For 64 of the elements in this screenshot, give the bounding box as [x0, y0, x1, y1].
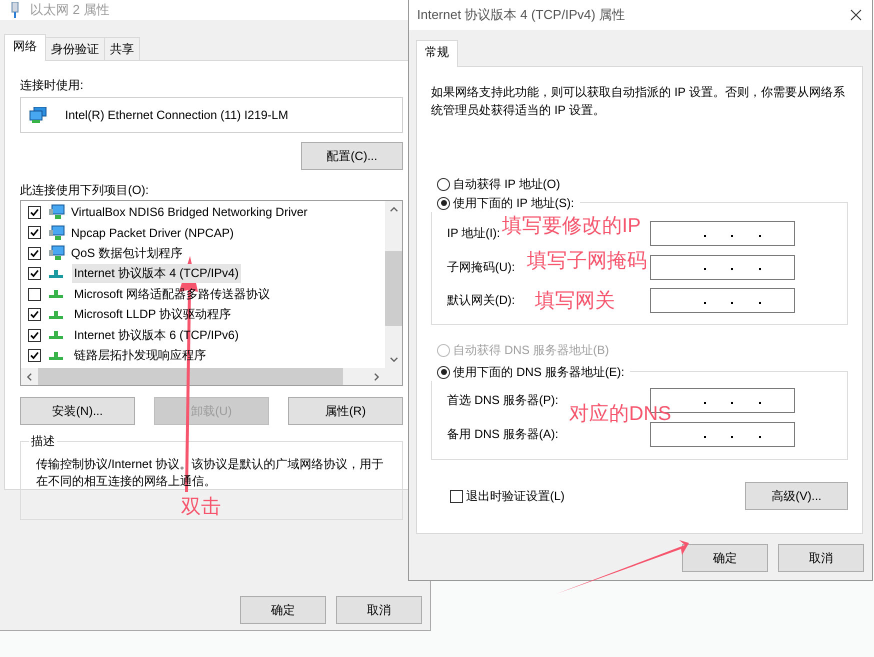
- validate-checkbox[interactable]: 退出时验证设置(L): [450, 488, 565, 504]
- checkbox[interactable]: [28, 267, 41, 280]
- intro-text: 如果网络支持此功能，则可以获取自动指派的 IP 设置。否则，你需要从网络系统管理员处获得适当的 IP 设置。: [431, 84, 846, 119]
- ip-address-field[interactable]: [650, 254, 795, 280]
- list-item[interactable]: VirtualBox NDIS6 Bridged Networking Driver: [69, 204, 310, 220]
- network-icon: [49, 310, 63, 319]
- cable-icon: [10, 2, 20, 18]
- scroll-down-icon[interactable]: [390, 357, 398, 362]
- group-title: 描述: [29, 433, 57, 450]
- checkbox[interactable]: [28, 308, 41, 322]
- list-item[interactable]: Npcap Packet Driver (NPCAP): [69, 224, 236, 241]
- checkbox[interactable]: [28, 349, 41, 362]
- annotation-text: 双击: [181, 495, 221, 520]
- radio-option[interactable]: 自动获得 IP 地址(O): [431, 175, 848, 193]
- tab[interactable]: 常规: [416, 40, 458, 67]
- close-icon[interactable]: [850, 9, 862, 21]
- scroll-up-icon[interactable]: [390, 207, 398, 212]
- dialog-button[interactable]: 取消: [336, 596, 422, 624]
- annotation-text: 对应的DNS: [569, 402, 672, 427]
- list-item[interactable]: Internet 协议版本 4 (TCP/IPv4): [72, 264, 241, 284]
- adapter-name: Intel(R) Ethernet Connection (11) I219-LM: [65, 108, 288, 122]
- dialog-button[interactable]: 确定: [682, 544, 768, 572]
- checkbox[interactable]: [28, 226, 41, 240]
- scroll-right-icon[interactable]: [374, 372, 379, 380]
- annotation-text: 填写子网掩码: [527, 249, 647, 274]
- ip-address-field[interactable]: [650, 422, 795, 447]
- annotation-text: 填写网关: [535, 289, 615, 314]
- window-title: 以太网 2 属性: [30, 1, 110, 19]
- field-label: 子网掩码(U):: [447, 258, 515, 276]
- network-icon: [49, 270, 63, 278]
- ip-address-field[interactable]: [650, 288, 795, 313]
- field-label: IP 地址(I):: [447, 225, 500, 242]
- action-button[interactable]: 安装(N)...: [20, 397, 135, 425]
- section-label: 此连接使用下列项目(O):: [20, 182, 150, 199]
- window-title: Internet 协议版本 4 (TCP/IPv4) 属性: [417, 6, 626, 24]
- tab[interactable]: 网络: [4, 34, 46, 61]
- radio-option[interactable]: 使用下面的 IP 地址(S):: [431, 194, 580, 212]
- network-icon: [49, 290, 63, 298]
- section-label: 连接时使用:: [20, 77, 84, 94]
- field-label: 默认网关(D):: [447, 292, 515, 309]
- computer-icon: [49, 204, 65, 220]
- ip-address-field[interactable]: [650, 221, 795, 246]
- checkbox[interactable]: [28, 206, 41, 219]
- action-button[interactable]: 属性(R): [288, 397, 403, 425]
- radio-option[interactable]: 使用下面的 DNS 服务器地址(E):: [431, 363, 630, 381]
- field-label: 备用 DNS 服务器(A):: [447, 426, 558, 443]
- vertical-scrollbar[interactable]: [385, 201, 402, 368]
- list-item[interactable]: QoS 数据包计划程序: [69, 244, 184, 263]
- dialog-button[interactable]: 取消: [778, 544, 864, 572]
- annotation-text: 填写要修改的IP: [502, 214, 641, 239]
- network-computers-icon: [29, 107, 47, 123]
- network-icon: [49, 352, 63, 360]
- checkbox[interactable]: [28, 328, 41, 342]
- checkbox[interactable]: [28, 246, 41, 260]
- network-icon: [49, 331, 63, 340]
- configure-button[interactable]: 配置(C)...: [301, 142, 403, 170]
- scroll-left-icon[interactable]: [27, 372, 32, 380]
- tab[interactable]: 共享: [104, 37, 140, 60]
- dialog-button[interactable]: 确定: [240, 596, 326, 624]
- computer-icon: [49, 224, 65, 241]
- computer-icon: [49, 245, 65, 262]
- field-label: 首选 DNS 服务器(P):: [447, 392, 558, 409]
- checkbox[interactable]: [28, 288, 41, 301]
- advanced-button[interactable]: 高级(V)...: [745, 482, 848, 510]
